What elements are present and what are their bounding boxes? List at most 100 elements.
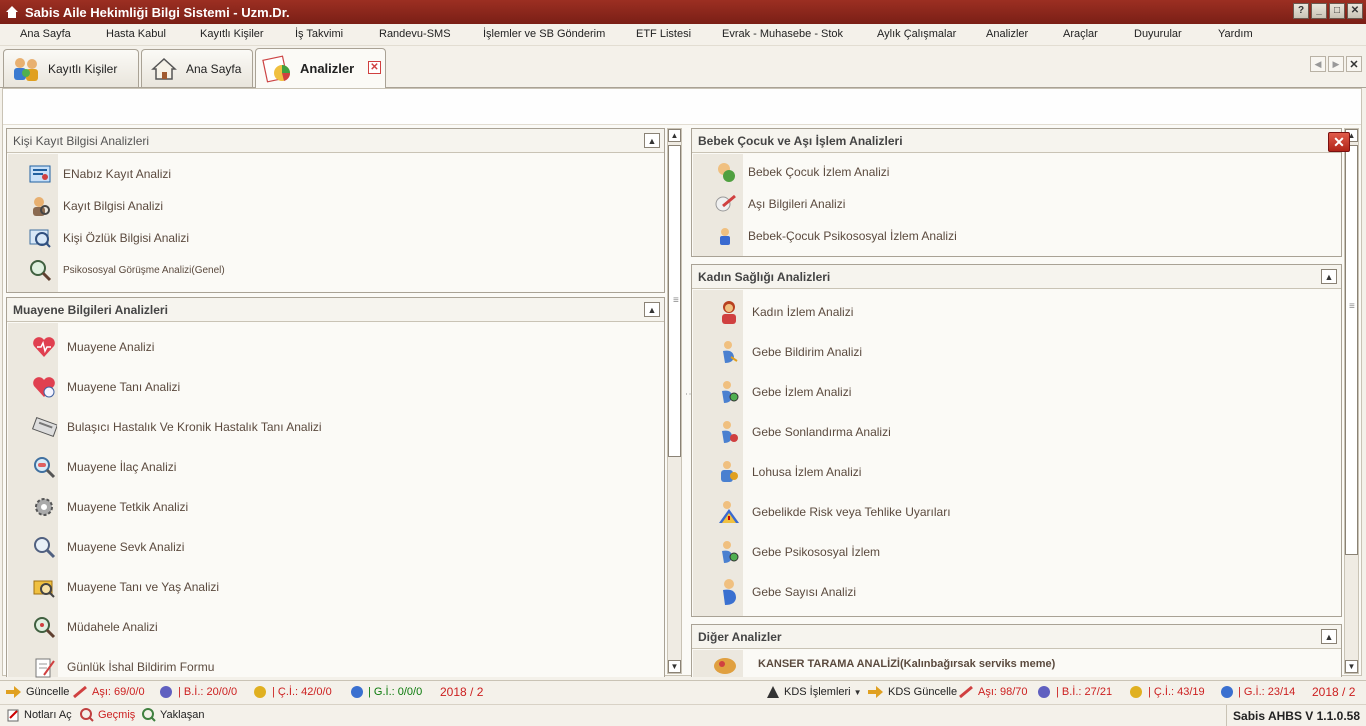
list-item[interactable]: Muayene Sevk Analizi bbox=[21, 534, 184, 560]
list-item[interactable]: Muayene Tanı Analizi bbox=[21, 374, 180, 400]
chevron-up-icon[interactable]: ▲ bbox=[644, 302, 660, 317]
list-item[interactable]: Günlük İshal Bildirim Formu bbox=[21, 654, 214, 680]
menu-etf-listesi[interactable]: ETF Listesi bbox=[636, 28, 691, 40]
help-button[interactable]: ? bbox=[1293, 3, 1309, 19]
vaccine-status[interactable]: Aşı: 69/0/0 bbox=[72, 685, 145, 699]
menu-islemler[interactable]: İşlemler ve SB Gönderim bbox=[483, 28, 605, 40]
menu-araclar[interactable]: Araçlar bbox=[1063, 28, 1098, 40]
group-bebek: Bebek Çocuk ve Aşı İşlem Analizleri Bebe… bbox=[691, 128, 1342, 257]
list-item[interactable]: Gebelikde Risk veya Tehlike Uyarıları bbox=[706, 499, 951, 525]
group-title: Bebek Çocuk ve Aşı İşlem Analizleri bbox=[692, 129, 1341, 153]
menu-analizler[interactable]: Analizler bbox=[986, 28, 1028, 40]
home-icon bbox=[148, 55, 180, 83]
kds-update-button[interactable]: KDS Güncelle bbox=[866, 685, 957, 699]
chevron-left-icon[interactable]: ◀ bbox=[1310, 56, 1326, 72]
list-item[interactable]: Psikososyal Görüşme Analizi(Genel) bbox=[17, 257, 225, 283]
tab-analizler[interactable]: Analizler ✕ bbox=[255, 48, 386, 88]
close-icon[interactable]: ✕ bbox=[1346, 56, 1362, 72]
chevron-up-icon[interactable]: ▲ bbox=[1321, 269, 1337, 284]
tab-ana-sayfa[interactable]: Ana Sayfa bbox=[141, 49, 253, 87]
left-scrollbar[interactable]: ▲ ▼ bbox=[667, 128, 682, 674]
list-item[interactable]: Muayene Tanı ve Yaş Analizi bbox=[21, 574, 219, 600]
right-scrollbar[interactable]: ▲ ▼ bbox=[1344, 128, 1359, 674]
form-icon bbox=[31, 654, 57, 680]
arrow-icon bbox=[866, 685, 884, 699]
kds-pregnant-status[interactable]: | G.İ.: 23/14 bbox=[1220, 685, 1295, 699]
chevron-down-icon[interactable]: ▼ bbox=[1345, 660, 1358, 673]
menu-evrak[interactable]: Evrak - Muhasebe - Stok bbox=[722, 28, 843, 40]
list-item[interactable]: Lohusa İzlem Analizi bbox=[706, 459, 861, 485]
list-item[interactable]: Gebe Psikososyal İzlem bbox=[706, 539, 880, 565]
kds-islemleri-button[interactable]: KDS İşlemleri ▼ bbox=[766, 685, 862, 699]
scroll-thumb[interactable] bbox=[1345, 145, 1358, 555]
child-icon bbox=[252, 685, 268, 699]
list-item[interactable]: ENabız Kayıt Analizi bbox=[17, 161, 171, 187]
list-item[interactable]: Bebek Çocuk İzlem Analizi bbox=[702, 159, 889, 185]
splitter-handle[interactable]: ≡ bbox=[673, 295, 679, 306]
chevron-down-icon[interactable]: ▼ bbox=[668, 660, 681, 673]
upcoming-button[interactable]: Yaklaşan bbox=[142, 708, 204, 722]
tab-label: Analizler bbox=[300, 61, 355, 76]
baby-icon bbox=[1036, 685, 1052, 699]
menu-hasta-kabul[interactable]: Hasta Kabul bbox=[106, 28, 166, 40]
splitter-handle[interactable]: ≡ bbox=[1349, 301, 1355, 312]
chevron-up-icon[interactable]: ▲ bbox=[644, 133, 660, 148]
id-search-icon bbox=[27, 225, 53, 251]
list-item[interactable]: Muayene İlaç Analizi bbox=[21, 454, 176, 480]
list-item[interactable]: Gebe İzlem Analizi bbox=[706, 379, 851, 405]
syringe-icon bbox=[72, 685, 88, 699]
menu-kayitli-kisiler[interactable]: Kayıtlı Kişiler bbox=[200, 28, 264, 40]
list-item[interactable]: Müdahele Analizi bbox=[21, 614, 158, 640]
chevron-up-icon[interactable]: ▲ bbox=[1321, 629, 1337, 644]
list-item[interactable]: Kayıt Bilgisi Analizi bbox=[17, 193, 163, 219]
chevron-right-icon[interactable]: ▶ bbox=[1328, 56, 1344, 72]
chevron-up-icon[interactable]: ▲ bbox=[668, 129, 681, 142]
list-item[interactable]: Muayene Tetkik Analizi bbox=[21, 494, 188, 520]
notes-button[interactable]: Notları Aç bbox=[6, 708, 72, 722]
list-item[interactable]: Aşı Bilgileri Analizi bbox=[702, 191, 845, 217]
home-icon bbox=[4, 4, 20, 20]
kds-vaccine-status[interactable]: Aşı: 98/70 bbox=[958, 685, 1028, 699]
people-icon bbox=[10, 55, 42, 83]
list-item[interactable]: Bebek-Çocuk Psikososyal İzlem Analizi bbox=[702, 223, 957, 249]
update-button[interactable]: Güncelle bbox=[4, 685, 69, 699]
child-status[interactable]: | Ç.İ.: 42/0/0 bbox=[252, 685, 332, 699]
list-item[interactable]: Gebe Bildirim Analizi bbox=[706, 339, 862, 365]
close-icon[interactable]: ✕ bbox=[368, 61, 381, 74]
kds-baby-status[interactable]: | B.İ.: 27/21 bbox=[1036, 685, 1112, 699]
list-item[interactable]: Gebe Sayısı Analizi bbox=[706, 579, 856, 605]
baby-status[interactable]: | B.İ.: 20/0/0 bbox=[158, 685, 237, 699]
menu-randevu-sms[interactable]: Randevu-SMS bbox=[379, 28, 451, 40]
history-icon bbox=[80, 708, 94, 722]
maximize-button[interactable]: □ bbox=[1329, 3, 1345, 19]
chart-icon bbox=[262, 54, 294, 83]
keyboard-icon bbox=[31, 414, 57, 440]
minimize-button[interactable]: _ bbox=[1311, 3, 1327, 19]
menu-duyurular[interactable]: Duyurular bbox=[1134, 28, 1182, 40]
pregnant-icon bbox=[716, 579, 742, 605]
upcoming-icon bbox=[142, 708, 156, 722]
list-item[interactable]: Muayene Analizi bbox=[21, 334, 154, 360]
magnifier-icon bbox=[31, 614, 57, 640]
list-item[interactable]: KANSER TARAMA ANALİZİ(Kalınbağırsak serv… bbox=[702, 652, 1055, 676]
close-icon[interactable]: ✕ bbox=[1328, 132, 1350, 152]
user-search-icon bbox=[27, 193, 53, 219]
tab-label: Kayıtlı Kişiler bbox=[48, 61, 118, 76]
kds-child-status[interactable]: | Ç.İ.: 43/19 bbox=[1128, 685, 1205, 699]
menu-yardim[interactable]: Yardım bbox=[1218, 28, 1253, 40]
menu-aylik[interactable]: Aylık Çalışmalar bbox=[877, 28, 956, 40]
list-item[interactable]: Bulaşıcı Hastalık Ve Kronik Hastalık Tan… bbox=[21, 414, 322, 440]
menu-is-takvimi[interactable]: İş Takvimi bbox=[295, 28, 343, 40]
pregnant-status[interactable]: | G.İ.: 0/0/0 bbox=[350, 685, 422, 699]
past-button[interactable]: Geçmiş bbox=[80, 708, 135, 722]
menu-ana-sayfa[interactable]: Ana Sayfa bbox=[20, 28, 71, 40]
close-button[interactable]: ✕ bbox=[1347, 3, 1363, 19]
menu-bar: Ana Sayfa Hasta Kabul Kayıtlı Kişiler İş… bbox=[0, 24, 1366, 46]
tab-kayitli-kisiler[interactable]: Kayıtlı Kişiler bbox=[3, 49, 139, 87]
list-item[interactable]: Kadın İzlem Analizi bbox=[706, 299, 853, 325]
list-item[interactable]: Gebe Sonlandırma Analizi bbox=[706, 419, 891, 445]
list-item[interactable]: Kişi Özlük Bilgisi Analizi bbox=[17, 225, 189, 251]
pregnant-cancel-icon bbox=[716, 419, 742, 445]
child-icon bbox=[1128, 685, 1144, 699]
syringe-icon bbox=[958, 685, 974, 699]
